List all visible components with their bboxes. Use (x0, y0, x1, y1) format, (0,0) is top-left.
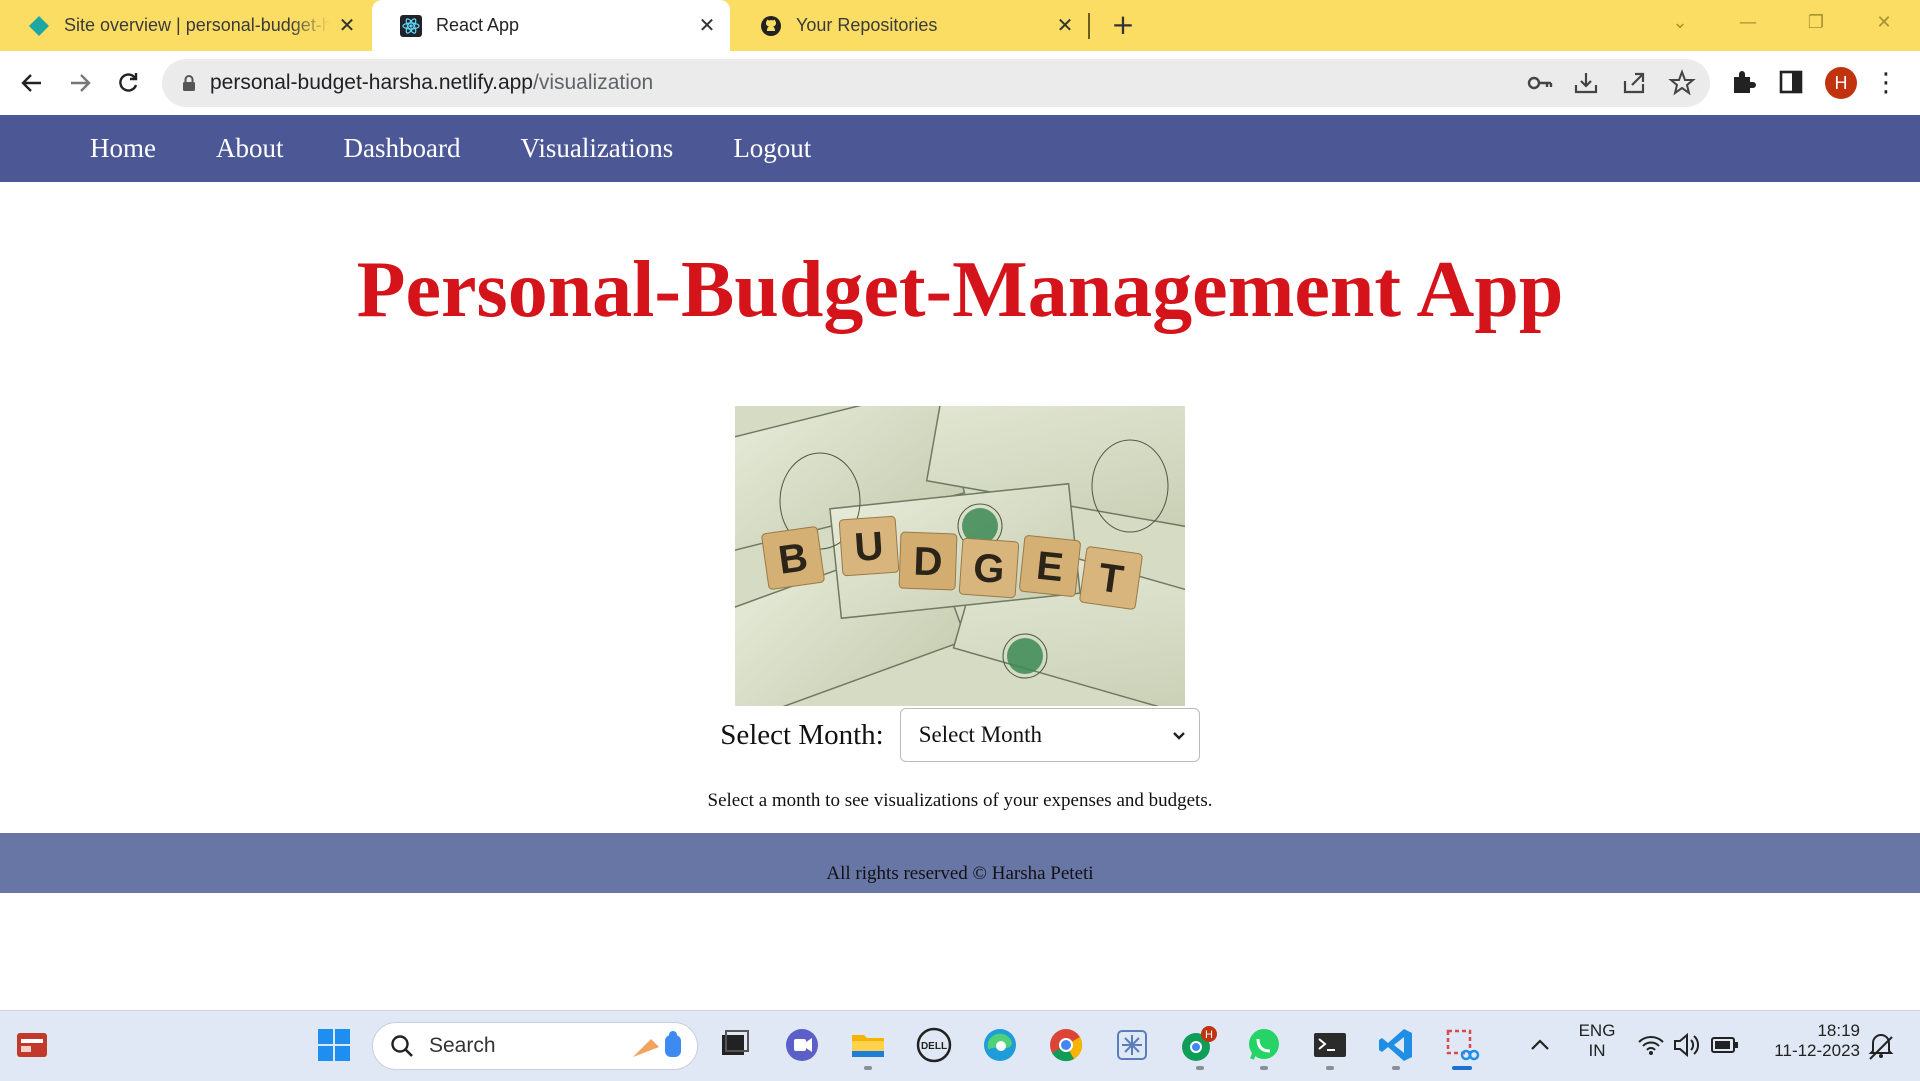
clock-time: 18:19 (1817, 1021, 1860, 1040)
language-code: ENG (1578, 1021, 1616, 1040)
clock[interactable]: 18:19 11-12-2023 (1754, 1021, 1860, 1061)
region-code: IN (1588, 1041, 1606, 1060)
active-indicator (1452, 1066, 1472, 1070)
extensions-icon[interactable] (1728, 67, 1758, 97)
snowflake-app-icon[interactable] (1112, 1025, 1152, 1065)
arrow-left-icon (21, 74, 41, 92)
budget-image: B U D G E T (735, 406, 1185, 706)
svg-text:U: U (853, 524, 885, 570)
budget-money-illustration: B U D G E T (735, 406, 1185, 706)
month-select-value: Select Month (918, 722, 1043, 747)
running-indicator (1326, 1066, 1334, 1070)
tab-react-app[interactable]: React App ✕ (372, 0, 730, 51)
wifi-icon[interactable] (1636, 1025, 1666, 1065)
language-indicator[interactable]: ENG IN (1570, 1021, 1624, 1061)
react-icon (400, 14, 422, 37)
svg-text:E: E (1034, 544, 1065, 591)
url-path: /visualization (533, 71, 654, 94)
widgets-icon[interactable] (12, 1025, 52, 1065)
windows-taskbar: Search DELL H ENG IN 18:19 11-12-2023 (0, 1010, 1920, 1081)
back-button[interactable] (14, 65, 50, 101)
whatsapp-icon[interactable] (1244, 1025, 1284, 1065)
clock-date: 11-12-2023 (1774, 1041, 1860, 1060)
forward-button[interactable] (62, 65, 98, 101)
browser-menu-icon[interactable]: ⋮ (1868, 65, 1904, 101)
tab-divider (1088, 13, 1090, 39)
app-navbar: Home About Dashboard Visualizations Logo… (0, 115, 1920, 182)
search-highlight-icon (633, 1031, 681, 1057)
tab-title: Your Repositories (796, 15, 938, 35)
volume-icon[interactable] (1672, 1025, 1702, 1065)
taskbar-search[interactable]: Search (372, 1022, 698, 1070)
tab-your-repositories[interactable]: Your Repositories ✕ (732, 0, 1088, 51)
chrome-badge: H (1205, 1029, 1213, 1041)
nav-dashboard-link[interactable]: Dashboard (313, 133, 490, 164)
browser-toolbar: personal-budget-harsha.netlify.app/visua… (0, 51, 1920, 115)
search-placeholder: Search (429, 1034, 496, 1057)
notification-bell-icon[interactable] (1866, 1025, 1896, 1065)
snipping-tool-icon[interactable] (1442, 1025, 1482, 1065)
url-host: personal-budget-harsha.netlify.app (210, 71, 533, 94)
tab-title: Site overview | personal-budget-harsha (64, 15, 330, 35)
netlify-icon (29, 15, 49, 36)
page-footer: All rights reserved © Harsha Peteti (0, 833, 1920, 893)
svg-text:D: D (913, 540, 943, 585)
profile-avatar[interactable]: H (1825, 67, 1857, 99)
tab-title: React App (436, 15, 520, 35)
edge-icon[interactable] (980, 1025, 1020, 1065)
select-month-label: Select Month: (720, 718, 884, 751)
chevron-up-icon[interactable] (1526, 1025, 1554, 1065)
github-icon (761, 15, 781, 36)
tab-site-overview[interactable]: Site overview | personal-budget-harsha ✕ (0, 0, 370, 51)
nav-home-link[interactable]: Home (60, 133, 186, 164)
arrow-right-icon (71, 74, 91, 92)
chrome-icon[interactable] (1046, 1025, 1086, 1065)
terminal-icon[interactable] (1310, 1025, 1350, 1065)
search-icon (391, 1035, 413, 1057)
close-tab-icon[interactable]: ✕ (330, 13, 364, 38)
running-indicator (1260, 1066, 1268, 1070)
chrome-profile-icon[interactable]: H (1178, 1025, 1218, 1065)
svg-text:G: G (972, 546, 1006, 592)
running-indicator (1392, 1066, 1400, 1070)
battery-icon[interactable] (1710, 1025, 1740, 1065)
side-panel-icon[interactable] (1776, 67, 1806, 97)
browser-tab-strip: Site overview | personal-budget-harsha ✕… (0, 0, 1920, 51)
nav-visualizations-link[interactable]: Visualizations (490, 133, 703, 164)
lock-icon (183, 75, 195, 91)
share-icon[interactable] (1620, 69, 1648, 97)
chevron-down-icon (1172, 732, 1185, 740)
nav-logout-link[interactable]: Logout (703, 133, 841, 164)
new-tab-button[interactable]: + (1106, 8, 1140, 42)
copyright-text: All rights reserved © Harsha Peteti (826, 863, 1094, 884)
tab-search-icon[interactable]: ⌄ (1660, 8, 1700, 38)
instruction-text: Select a month to see visualizations of … (707, 790, 1213, 811)
file-explorer-icon[interactable] (848, 1025, 888, 1065)
teams-chat-icon[interactable] (782, 1025, 822, 1065)
minimize-button[interactable]: — (1728, 8, 1768, 38)
close-tab-icon[interactable]: ✕ (690, 13, 724, 38)
windows-start-icon[interactable] (314, 1025, 354, 1065)
address-bar[interactable]: personal-budget-harsha.netlify.app/visua… (162, 59, 1710, 107)
nav-about-link[interactable]: About (186, 133, 314, 164)
running-indicator (864, 1066, 872, 1070)
reload-button[interactable] (110, 65, 146, 101)
svg-text:B: B (776, 535, 811, 583)
reload-icon (119, 73, 138, 92)
month-selector-row: Select Month: Select Month (0, 708, 1920, 762)
url-text: personal-budget-harsha.netlify.app/visua… (210, 71, 653, 95)
restore-button[interactable]: ❐ (1796, 8, 1836, 38)
bookmark-star-icon[interactable] (1668, 69, 1696, 97)
install-app-icon[interactable] (1572, 69, 1600, 97)
task-view-icon[interactable] (714, 1025, 754, 1065)
key-icon[interactable] (1526, 69, 1554, 97)
close-tab-icon[interactable]: ✕ (1048, 13, 1082, 38)
svg-text:DELL: DELL (921, 1041, 947, 1052)
close-window-button[interactable]: ✕ (1864, 8, 1904, 38)
running-indicator (1196, 1066, 1204, 1070)
month-select[interactable]: Select Month (899, 708, 1200, 762)
vscode-icon[interactable] (1376, 1025, 1416, 1065)
dell-icon[interactable]: DELL (914, 1025, 954, 1065)
page-title: Personal-Budget-Management App (356, 246, 1564, 334)
